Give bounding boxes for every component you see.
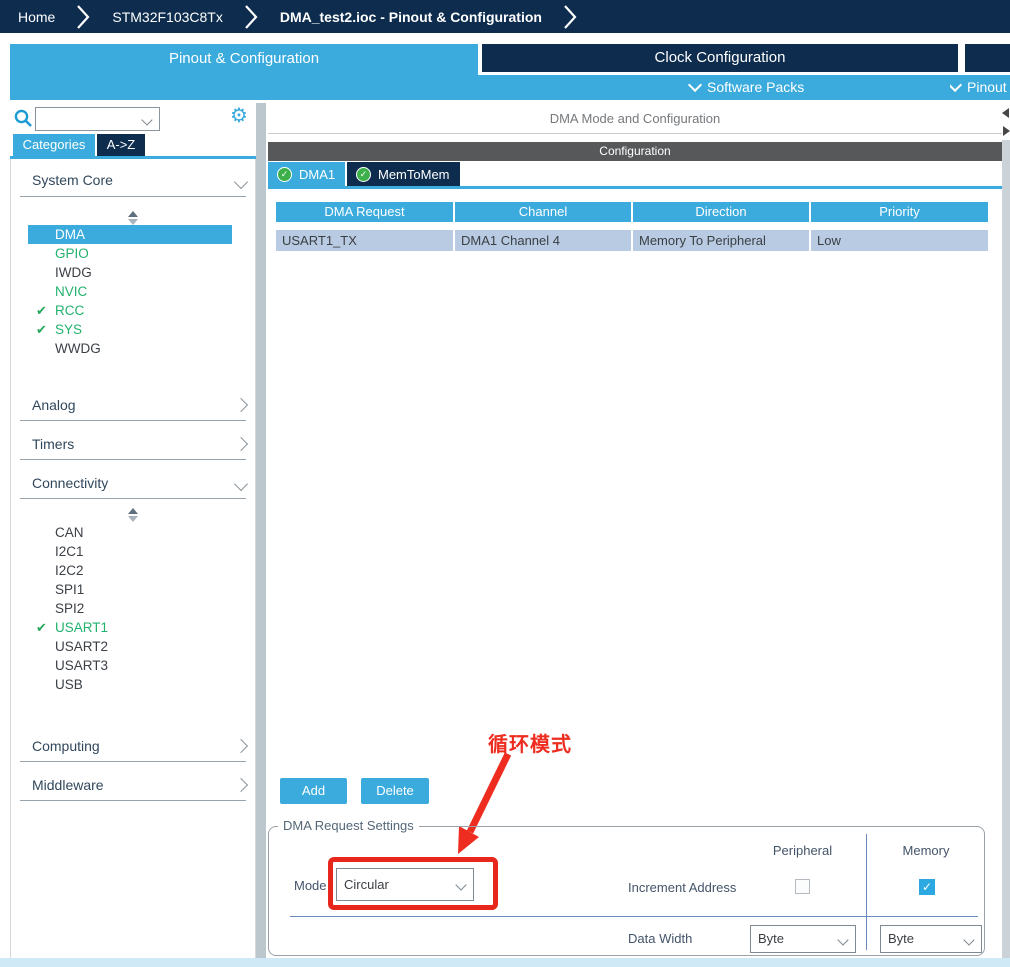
sidebar-item-usart3[interactable]: USART3 <box>10 656 256 675</box>
column-header-dma-request: DMA Request <box>276 202 453 222</box>
pinout-dropdown[interactable]: Pinout <box>950 79 1010 95</box>
peripheral-increment-checkbox[interactable] <box>795 879 810 894</box>
increment-address-label: Increment Address <box>628 880 737 895</box>
chevron-down-icon <box>837 934 849 946</box>
data-width-label: Data Width <box>628 931 693 946</box>
settings-horizontal-divider <box>290 916 978 917</box>
search-icon <box>14 109 32 127</box>
column-header-direction: Direction <box>633 202 809 222</box>
delete-button[interactable]: Delete <box>361 778 429 804</box>
sidebar-item-usart2[interactable]: USART2 <box>10 637 256 656</box>
sidebar-item-sys[interactable]: ✔ SYS <box>10 320 256 339</box>
stm32cubemx-window: Home STM32F103C8Tx DMA_test2.ioc - Pinou… <box>0 0 1010 967</box>
sidebar-item-rcc[interactable]: ✔ RCC <box>10 301 256 320</box>
software-packs-label: Software Packs <box>707 79 805 95</box>
table-row-cell-direction[interactable]: Memory To Peripheral <box>633 230 809 251</box>
checkmark-icon: ✔ <box>36 322 47 337</box>
breadcrumb-home[interactable]: Home <box>18 9 55 25</box>
divider <box>20 761 246 762</box>
sidebar-item-wwdg[interactable]: WWDG <box>10 339 256 358</box>
sidebar-item-can[interactable]: CAN <box>10 523 256 542</box>
peripheral-column-label: Peripheral <box>772 843 833 858</box>
section-computing[interactable]: Computing <box>32 738 100 754</box>
tab-next-partial[interactable] <box>965 44 1010 72</box>
chevron-right-icon <box>77 4 90 29</box>
settings-vertical-divider <box>866 834 867 950</box>
green-check-circle-icon: ✓ <box>277 166 292 182</box>
sidebar-item-spi1[interactable]: SPI1 <box>10 580 256 599</box>
column-header-channel: Channel <box>455 202 631 222</box>
configuration-header: Configuration <box>268 142 1002 161</box>
sidebar-item-usb[interactable]: USB <box>10 675 256 694</box>
sidebar-item-gpio[interactable]: GPIO <box>10 244 256 263</box>
memory-increment-checkbox[interactable]: ✓ <box>919 879 935 895</box>
breadcrumb-project[interactable]: DMA_test2.ioc - Pinout & Configuration <box>280 9 542 25</box>
memory-data-width-select[interactable]: Byte <box>880 925 982 953</box>
toolbar-bluebar <box>10 75 1010 100</box>
divider <box>20 459 246 460</box>
mode-label: Mode <box>294 878 327 893</box>
section-system-core[interactable]: System Core <box>32 172 113 188</box>
sidebar-item-i2c2[interactable]: I2C2 <box>10 561 256 580</box>
sidebar-scrollbar[interactable] <box>256 103 266 958</box>
chevron-down-icon <box>141 114 153 126</box>
green-check-circle-icon: ✓ <box>356 166 371 182</box>
collapse-right-icon[interactable] <box>1003 126 1010 136</box>
checkmark-icon: ✔ <box>36 303 47 318</box>
tab-dma1[interactable]: ✓ DMA1 <box>268 162 345 186</box>
chevron-down-icon <box>963 934 975 946</box>
tab-categories[interactable]: Categories <box>13 134 95 156</box>
sidebar-item-nvic[interactable]: NVIC <box>10 282 256 301</box>
software-packs-dropdown[interactable]: Software Packs <box>687 77 805 95</box>
table-row-cell-dma-request[interactable]: USART1_TX <box>276 230 453 251</box>
chevron-down-icon <box>950 79 963 93</box>
sidebar-item-i2c1[interactable]: I2C1 <box>10 542 256 561</box>
breadcrumb-mcu[interactable]: STM32F103C8Tx <box>112 9 222 25</box>
tab-a-to-z[interactable]: A->Z <box>97 134 145 156</box>
collapse-left-icon[interactable] <box>1002 108 1009 118</box>
pinout-menu-label: Pinout <box>967 79 1007 95</box>
sidebar-item-dma[interactable]: DMA <box>28 225 232 244</box>
section-middleware[interactable]: Middleware <box>32 777 104 793</box>
dma-request-settings-legend: DMA Request Settings <box>278 818 419 833</box>
section-analog[interactable]: Analog <box>32 397 76 413</box>
divider <box>20 800 246 801</box>
divider <box>20 196 246 197</box>
chevron-right-icon <box>564 4 577 29</box>
chevron-down-icon <box>687 77 703 93</box>
peripheral-data-width-select[interactable]: Byte <box>750 925 856 953</box>
gear-icon[interactable]: ⚙ <box>230 104 248 128</box>
add-button[interactable]: Add <box>280 778 347 804</box>
annotation-highlight-box <box>328 857 498 910</box>
main-scrollbar[interactable] <box>1002 140 1010 958</box>
sidebar-item-iwdg[interactable]: IWDG <box>10 263 256 282</box>
section-timers[interactable]: Timers <box>32 436 74 452</box>
checkmark-icon: ✔ <box>36 620 47 635</box>
sidebar-item-usart1[interactable]: ✔ USART1 <box>10 618 256 637</box>
bottom-status-strip <box>0 958 1010 967</box>
tab-clock-configuration[interactable]: Clock Configuration <box>482 44 958 72</box>
table-row-cell-channel[interactable]: DMA1 Channel 4 <box>455 230 631 251</box>
divider <box>20 420 246 421</box>
column-header-priority: Priority <box>811 202 988 222</box>
divider <box>20 498 246 499</box>
search-input[interactable] <box>35 107 160 131</box>
table-row-cell-priority[interactable]: Low <box>811 230 988 251</box>
tab-memtomem[interactable]: ✓ MemToMem <box>347 162 460 186</box>
breadcrumb: Home STM32F103C8Tx DMA_test2.ioc - Pinou… <box>0 0 1010 33</box>
memory-column-label: Memory <box>902 843 950 858</box>
tab-underline <box>268 186 1002 189</box>
section-connectivity[interactable]: Connectivity <box>32 475 108 491</box>
sidebar-item-spi2[interactable]: SPI2 <box>10 599 256 618</box>
chevron-right-icon <box>245 4 258 29</box>
tab-pinout-configuration[interactable]: Pinout & Configuration <box>10 44 478 75</box>
panel-title: DMA Mode and Configuration <box>268 104 1002 134</box>
